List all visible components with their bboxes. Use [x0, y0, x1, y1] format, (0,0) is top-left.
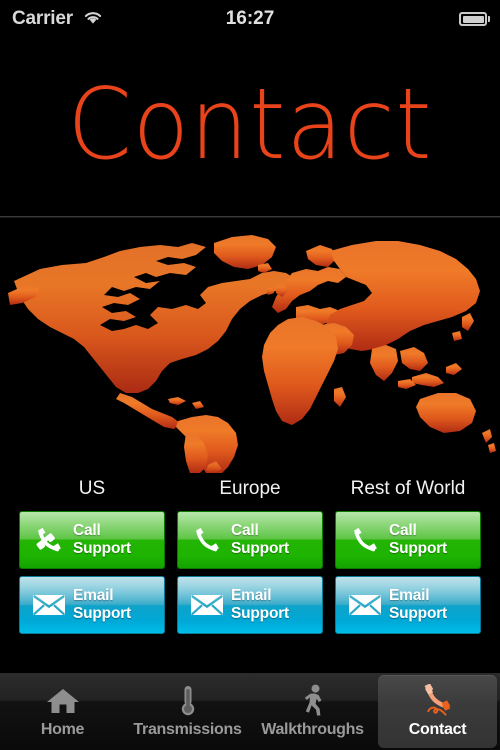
support-grid: US Call Support Email Support Europe Cal…	[0, 474, 500, 670]
email-support-button-us[interactable]: Email Support	[19, 576, 165, 634]
phone-handset-icon	[187, 525, 227, 555]
call-support-label-europe: Call Support	[231, 522, 290, 557]
region-column-rest-of-world: Rest of World Call Support Email Support	[335, 474, 481, 634]
header-divider	[0, 216, 500, 218]
tab-walkthroughs[interactable]: Walkthroughs	[250, 673, 375, 750]
email-support-label-europe: Email Support	[231, 587, 290, 622]
tab-home[interactable]: Home	[0, 673, 125, 750]
page-title: Contact	[67, 66, 433, 182]
thermometer-icon	[175, 682, 201, 720]
app-screen: Carrier 16:27 Contact US Call Support Em…	[0, 0, 500, 750]
region-label-us: US	[78, 478, 106, 499]
status-bar-time: 16:27	[225, 8, 275, 29]
tab-walkthroughs-label: Walkthroughs	[261, 721, 364, 738]
tab-home-label: Home	[40, 721, 85, 738]
header: Contact	[0, 38, 500, 217]
house-icon	[45, 682, 81, 720]
region-column-europe: Europe Call Support Email Support	[177, 474, 323, 634]
tab-bar: Home Transmissions Walkthroughs Contact	[0, 672, 500, 750]
world-map-region	[0, 219, 500, 474]
tab-contact[interactable]: Contact	[375, 673, 500, 750]
call-support-button-us[interactable]: Call Support	[19, 511, 165, 569]
region-label-rest-of-world: Rest of World	[350, 478, 466, 499]
phone-with-cord-icon	[419, 682, 457, 720]
walking-person-icon	[299, 682, 327, 720]
call-support-label-rest-of-world: Call Support	[389, 522, 448, 557]
tab-contact-label: Contact	[408, 721, 467, 738]
tab-transmissions-label: Transmissions	[133, 721, 242, 738]
email-support-button-europe[interactable]: Email Support	[177, 576, 323, 634]
battery-icon	[459, 12, 490, 26]
email-support-button-rest-of-world[interactable]: Email Support	[335, 576, 481, 634]
call-support-button-rest-of-world[interactable]: Call Support	[335, 511, 481, 569]
world-map-image	[8, 235, 496, 473]
email-support-label-us: Email Support	[73, 587, 132, 622]
region-label-europe: Europe	[219, 478, 281, 499]
call-support-label-us: Call Support	[73, 522, 132, 557]
envelope-icon	[187, 593, 227, 617]
envelope-icon	[29, 593, 69, 617]
call-support-button-europe[interactable]: Call Support	[177, 511, 323, 569]
envelope-icon	[345, 593, 385, 617]
email-support-label-rest-of-world: Email Support	[389, 587, 448, 622]
phone-handset-icon	[29, 525, 69, 555]
phone-handset-icon	[345, 525, 385, 555]
status-bar: Carrier 16:27	[0, 0, 500, 38]
region-column-us: US Call Support Email Support	[19, 474, 165, 634]
tab-transmissions[interactable]: Transmissions	[125, 673, 250, 750]
